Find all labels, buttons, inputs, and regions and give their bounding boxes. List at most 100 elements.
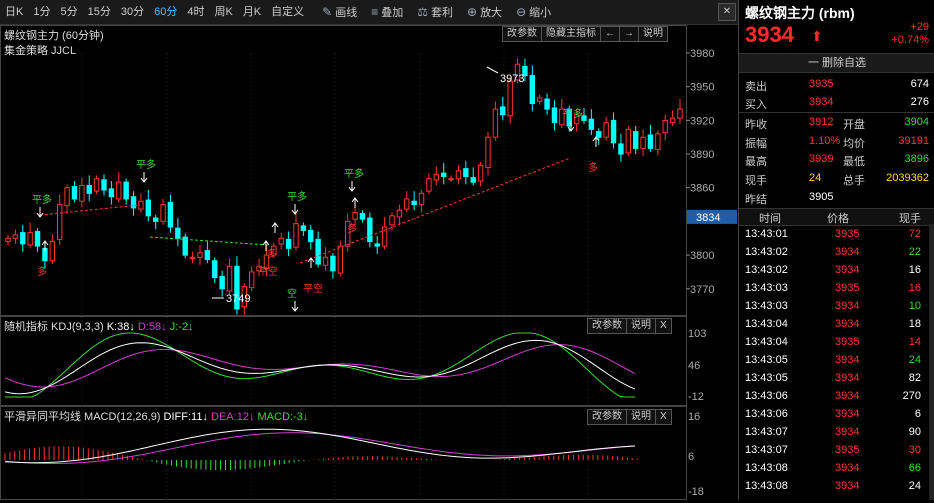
- signal-label: 平多: [32, 193, 52, 206]
- macd-dea-value: DEA:12↓: [211, 411, 255, 423]
- tick-volume: 14: [908, 336, 921, 348]
- kdj-y-tick-label: 103: [688, 328, 706, 340]
- candle-body: [669, 117, 676, 124]
- stat-value-1: 3939: [809, 153, 834, 165]
- quote-stat-row: 现手 24 总手 2039362: [739, 170, 934, 188]
- macd-dea-line: [4, 432, 636, 465]
- change-value: +29: [910, 21, 929, 33]
- timeframe-2[interactable]: 5分: [55, 0, 82, 24]
- candle-body: [108, 188, 115, 198]
- candle-body: [426, 178, 432, 192]
- timeframe-6[interactable]: 4时: [182, 0, 209, 24]
- main-panel-button-3[interactable]: →: [619, 26, 639, 42]
- tool-zoom-in-button[interactable]: ⊕ 放大: [460, 0, 509, 24]
- close-button[interactable]: ✕: [718, 3, 736, 21]
- timeframe-9[interactable]: 自定义: [266, 0, 309, 24]
- tool-stack-button[interactable]: ≡ 叠加: [364, 0, 410, 24]
- candle-body: [101, 179, 107, 191]
- macd-panel-buttons: 改参数 说明 X: [587, 409, 672, 425]
- tick-time: 13:43:05: [745, 354, 788, 366]
- macd-diff-value: DIFF:11↓: [163, 411, 208, 423]
- chart-area[interactable]: 3980 3950 3920 3890 3860 3800 3770 3834 3973 3749…: [0, 25, 738, 500]
- timeframe-7[interactable]: 周K: [209, 0, 237, 24]
- candle-body: [167, 201, 174, 228]
- macd-panel-title: 平滑异同平均线 MACD(12,26,9) DIFF:11↓ DEA:12↓ M…: [4, 408, 308, 424]
- candle-body: [396, 209, 403, 218]
- tick-volume: 16: [908, 264, 921, 276]
- ticks-header-volume: 现手: [899, 213, 921, 225]
- kdj-panel-button-2[interactable]: X: [655, 318, 672, 334]
- tool-zoom-out-button[interactable]: ⊖ 缩小: [509, 0, 558, 24]
- kdj-k-value: K:38↓: [106, 321, 135, 333]
- candle-body: [477, 164, 484, 182]
- candle-body: [152, 217, 159, 222]
- main-panel-button-1[interactable]: 隐藏主指标: [541, 26, 601, 42]
- candle-body: [544, 98, 550, 110]
- tick-time: 13:43:06: [745, 408, 788, 420]
- quote-stat-row: 最高 3939 最低 3896: [739, 151, 934, 169]
- candle-body: [189, 256, 196, 259]
- macd-panel-button-1[interactable]: 说明: [626, 409, 656, 425]
- timeframe-8[interactable]: 月K: [238, 0, 266, 24]
- candle-body: [618, 143, 624, 155]
- macd-panel-button-0[interactable]: 改参数: [587, 409, 627, 425]
- main-panel-button-2[interactable]: ←: [600, 26, 620, 42]
- up-arrow-icon: ⬆: [811, 28, 823, 44]
- tick-price: 3934: [835, 372, 860, 384]
- tick-time: 13:43:04: [745, 336, 788, 348]
- tick-volume: 6: [914, 408, 921, 420]
- tick-price: 3934: [835, 390, 860, 402]
- tool-arbitrage-button[interactable]: ⚖ 套利: [410, 0, 460, 24]
- tick-price: 3934: [835, 318, 860, 330]
- tick-row: 13:43:08 3934 66: [739, 459, 934, 477]
- tick-row: 13:43:08 3934 24: [739, 477, 934, 495]
- delete-watchlist-button[interactable]: 一 删除自选: [739, 53, 934, 73]
- candle-body: [588, 118, 595, 130]
- kdj-panel-button-0[interactable]: 改参数: [587, 318, 627, 334]
- macd-panel-button-2[interactable]: X: [655, 409, 672, 425]
- timeframe-3[interactable]: 15分: [83, 0, 116, 24]
- main-panel-button-4[interactable]: 说明: [638, 26, 668, 42]
- kdj-d-line: [4, 344, 636, 388]
- timeframe-5[interactable]: 60分: [149, 0, 182, 24]
- candle-body: [485, 136, 491, 169]
- tick-volume: 82: [908, 372, 921, 384]
- candle-body: [625, 128, 632, 154]
- candles: 39733749平多多平多平空多平多空 平空平多多平多多: [5, 58, 683, 315]
- stat-value-2: 2039362: [886, 171, 929, 184]
- candle-body: [440, 172, 447, 178]
- candle-body: [610, 119, 617, 144]
- candle-body: [71, 186, 78, 200]
- timeframe-0[interactable]: 日K: [0, 0, 28, 24]
- signal-label: 多: [267, 247, 277, 260]
- kdj-title: 随机指标 KDJ(9,3,3): [4, 321, 104, 333]
- tick-time: 13:43:01: [745, 228, 788, 240]
- tool-pencil-button[interactable]: ✎ 画线: [315, 0, 364, 24]
- tick-time: 13:43:08: [745, 462, 788, 474]
- ticks-scrollbar[interactable]: [929, 224, 934, 500]
- main-panel-button-0[interactable]: 改参数: [502, 26, 542, 42]
- candle-body: [374, 243, 380, 247]
- candle-body: [248, 271, 255, 289]
- timeframe-4[interactable]: 30分: [116, 0, 149, 24]
- candle-body: [293, 223, 299, 248]
- stat-label-2: 最低: [843, 156, 865, 168]
- macd-y-tick-label: 16: [688, 411, 700, 423]
- macd-macd-value: MACD:-3↓: [257, 411, 309, 423]
- macd-title: 平滑异同平均线 MACD(12,26,9): [4, 411, 161, 423]
- macd-histogram: [4, 446, 638, 471]
- y-tick-label: 3920: [690, 115, 714, 127]
- candle-body: [315, 238, 321, 265]
- kdj-panel-buttons: 改参数 说明 X: [587, 318, 672, 334]
- candle-body: [219, 275, 225, 290]
- candle-body: [492, 108, 499, 138]
- candle-body: [123, 181, 129, 200]
- quote-stat-row: 振幅 1.10% 均价 39191: [739, 133, 934, 151]
- tick-price: 3935: [835, 228, 860, 240]
- tick-price: 3934: [835, 354, 860, 366]
- candlestick-chart[interactable]: 3980 3950 3920 3890 3860 3800 3770 3834 3973 3749…: [0, 25, 738, 500]
- tick-volume: 66: [908, 462, 921, 474]
- kdj-panel-button-1[interactable]: 说明: [626, 318, 656, 334]
- timeframe-1[interactable]: 1分: [28, 0, 55, 24]
- signal-label: 平多: [287, 190, 307, 203]
